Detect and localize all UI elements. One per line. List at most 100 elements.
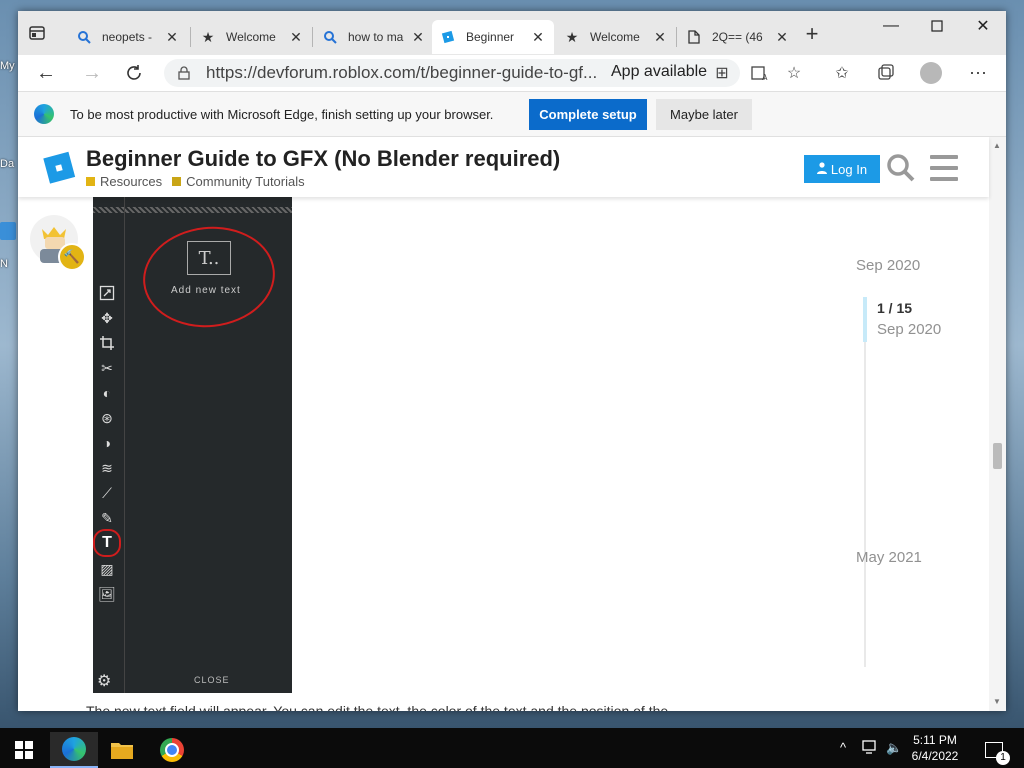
- waves-tool-icon: ≋: [101, 459, 113, 476]
- cut-tool-icon: ✂: [101, 359, 113, 376]
- category-resources[interactable]: Resources: [86, 174, 162, 189]
- exposure-tool-icon: ◐: [102, 385, 112, 401]
- tab-beginner-guide[interactable]: Beginner ✕: [432, 20, 554, 54]
- url-bar[interactable]: https://devforum.roblox.com/t/beginner-g…: [164, 59, 740, 87]
- close-window-button[interactable]: ✕: [960, 11, 1006, 41]
- timeline-track[interactable]: [864, 297, 866, 667]
- topic-title[interactable]: Beginner Guide to GFX (No Blender requir…: [86, 146, 560, 172]
- favorites-icon[interactable]: ✩: [832, 63, 852, 83]
- desktop-icon-label: N: [0, 258, 8, 270]
- tab-title: Welcome: [590, 30, 640, 44]
- url-text[interactable]: https://devforum.roblox.com/t/beginner-g…: [206, 63, 597, 83]
- notification-count: 1: [996, 751, 1010, 765]
- collections-icon[interactable]: [876, 63, 896, 83]
- resize-tool-icon: [97, 283, 117, 303]
- edge-setup-infobar: To be most productive with Microsoft Edg…: [18, 91, 1006, 137]
- tab-title: Beginner: [466, 30, 515, 44]
- minimize-button[interactable]: —: [868, 11, 914, 41]
- tab-title: how to ma: [348, 30, 404, 44]
- search-icon: [76, 29, 92, 45]
- more-options-icon[interactable]: ⋯: [968, 63, 988, 83]
- close-icon[interactable]: ✕: [530, 29, 546, 46]
- tab-title: Welcome: [226, 30, 276, 44]
- login-button[interactable]: Log In: [804, 155, 880, 183]
- volume-icon[interactable]: 🔈: [886, 740, 902, 756]
- reading-view-icon[interactable]: A: [750, 63, 770, 83]
- close-icon[interactable]: ✕: [774, 29, 790, 46]
- desktop-icon[interactable]: [0, 222, 16, 240]
- tab-how-to[interactable]: how to ma ✕: [314, 20, 434, 54]
- category-color-swatch: [172, 177, 182, 186]
- tab-title: 2Q== (46: [712, 30, 763, 44]
- category-label: Community Tutorials: [186, 174, 305, 189]
- texture-tool-icon: ▨: [100, 560, 114, 577]
- scroll-up-icon[interactable]: ▲: [992, 141, 1002, 150]
- search-icon[interactable]: [886, 153, 916, 183]
- page-content: Beginner Guide to GFX (No Blender requir…: [18, 137, 1006, 711]
- toolbar-hatch-pattern: [93, 207, 292, 213]
- edge-logo-icon: [34, 104, 54, 124]
- scroll-thumb[interactable]: [993, 443, 1002, 469]
- page-scrollbar[interactable]: ▲ ▼: [989, 137, 1006, 711]
- maximize-button[interactable]: [914, 11, 960, 41]
- taskbar-clock[interactable]: 5:11 PM 6/4/2022: [904, 732, 966, 764]
- user-icon: [816, 161, 827, 177]
- close-icon[interactable]: ✕: [164, 29, 180, 46]
- timeline-start-date[interactable]: Sep 2020: [856, 257, 920, 274]
- tab-welcome-2[interactable]: ★ Welcome ✕: [556, 20, 676, 54]
- tab-welcome-1[interactable]: ★ Welcome ✕: [192, 20, 312, 54]
- timeline-handle[interactable]: [863, 297, 867, 342]
- star-icon: ★: [565, 28, 579, 45]
- crop-tool-icon: [97, 333, 117, 353]
- desktop-icon-label: Da: [0, 158, 15, 170]
- badge-hammer-icon: 🔨: [58, 243, 86, 271]
- document-icon: [686, 29, 702, 45]
- notification-icon[interactable]: 1: [976, 732, 1012, 768]
- forward-icon[interactable]: →: [78, 60, 106, 86]
- tab-title: neopets -: [102, 30, 153, 44]
- app-install-icon[interactable]: ⊞: [712, 63, 732, 83]
- clock-time: 5:11 PM: [913, 733, 957, 747]
- lock-icon[interactable]: [178, 66, 190, 83]
- star-icon: ★: [201, 28, 215, 45]
- login-label: Log In: [830, 161, 868, 177]
- category-list: Resources Community Tutorials: [86, 174, 305, 189]
- close-icon[interactable]: ✕: [652, 29, 668, 46]
- scroll-down-icon[interactable]: ▼: [992, 697, 1002, 706]
- roblox-logo-icon[interactable]: [40, 149, 76, 185]
- tab-neopets[interactable]: neopets - ✕: [68, 20, 188, 54]
- add-favorite-icon[interactable]: ☆: [784, 63, 804, 83]
- tab-separator: [676, 27, 677, 47]
- svg-text:A: A: [762, 73, 768, 81]
- edge-taskbar-icon[interactable]: [50, 732, 98, 768]
- app-available-label[interactable]: App available: [611, 63, 707, 81]
- windows-start-icon[interactable]: [0, 732, 48, 768]
- editor-screenshot[interactable]: ✥ ✂ ◐ ⊛ ◑ ≋ ⟋ ✎ T ▨ 🖼 T.. Add new text ⚙…: [93, 197, 292, 693]
- refresh-icon[interactable]: [120, 60, 148, 86]
- maybe-later-button[interactable]: Maybe later: [656, 99, 752, 130]
- tab-separator: [312, 27, 313, 47]
- address-bar-row: ← → https://devforum.roblox.com/t/beginn…: [18, 55, 1006, 91]
- tab-actions-icon[interactable]: [28, 24, 46, 42]
- tab-separator: [190, 27, 191, 47]
- close-icon[interactable]: ✕: [410, 29, 426, 46]
- timeline-end-date[interactable]: May 2021: [856, 549, 922, 566]
- timeline-position: 1 / 15: [877, 300, 913, 316]
- clock-date: 6/4/2022: [911, 749, 959, 763]
- network-icon[interactable]: [862, 740, 878, 757]
- brush-tool-icon: ✎: [101, 509, 113, 526]
- file-explorer-icon[interactable]: [98, 732, 146, 768]
- devforum-icon: [440, 29, 456, 45]
- chevron-up-icon[interactable]: ^: [840, 740, 846, 755]
- back-icon[interactable]: ←: [32, 60, 60, 86]
- chrome-icon[interactable]: [148, 732, 196, 768]
- new-tab-button[interactable]: +: [800, 23, 824, 47]
- profile-avatar[interactable]: [920, 62, 942, 84]
- close-icon[interactable]: ✕: [288, 29, 304, 46]
- tab-document[interactable]: 2Q== (46 ✕: [678, 20, 798, 54]
- hamburger-menu-icon[interactable]: [930, 155, 958, 181]
- category-community-tutorials[interactable]: Community Tutorials: [172, 174, 305, 189]
- complete-setup-button[interactable]: Complete setup: [529, 99, 647, 130]
- red-circle-annotation: [138, 220, 280, 334]
- post-text-line: The new text field will appear. You can …: [86, 703, 669, 711]
